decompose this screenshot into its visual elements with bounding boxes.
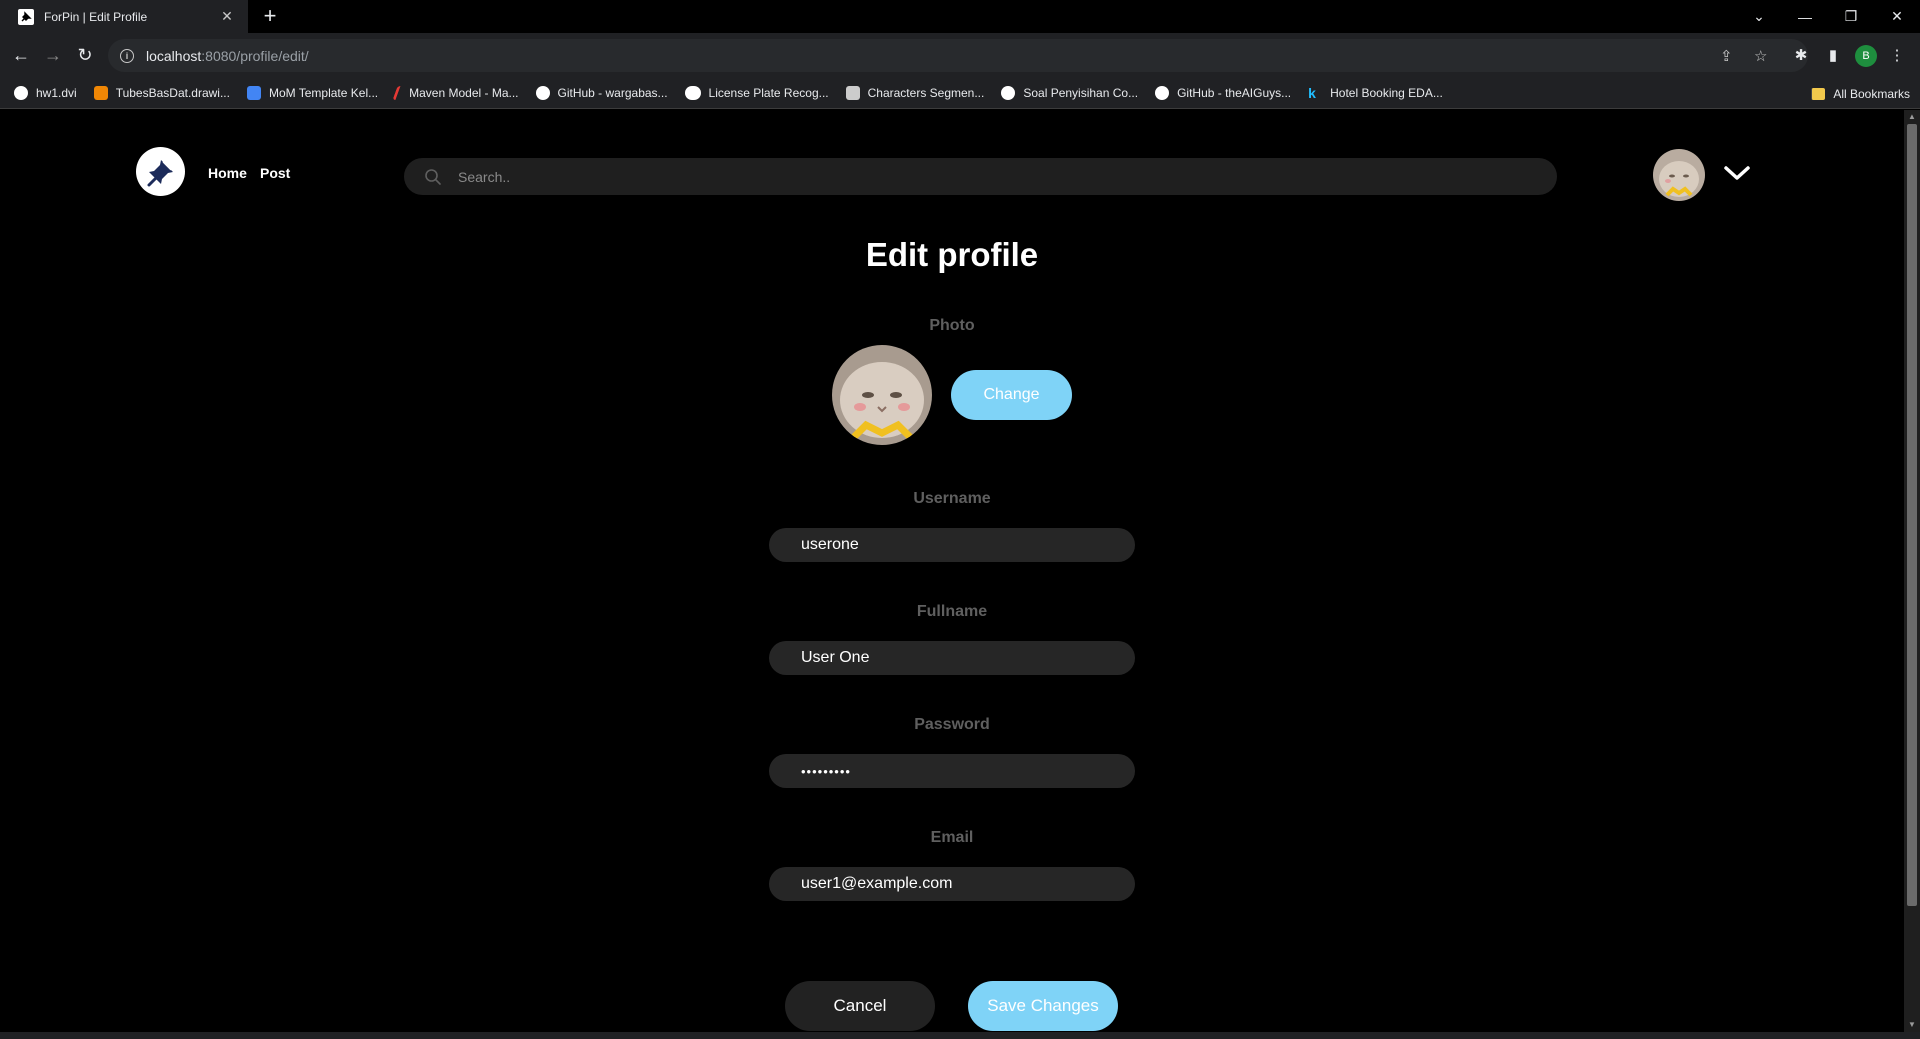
browser-menu-icon[interactable]: ⋮ [1885,43,1909,67]
github-icon [1001,86,1016,100]
tab-title: ForPin | Edit Profile [44,9,148,24]
tab-close-icon[interactable]: ✕ [218,8,236,25]
scroll-down-icon[interactable]: ▼ [1904,1018,1920,1032]
user-avatar[interactable] [1653,149,1705,201]
page-title: Edit profile [865,236,1039,273]
search-icon [425,168,441,185]
scrollbar-thumb[interactable] [1907,124,1917,906]
bookmark-item[interactable]: hw1.dvi [14,86,77,100]
maven-icon [392,86,404,100]
bookmark-item[interactable]: Maven Model - Ma... [392,86,519,100]
back-icon[interactable]: ← [9,43,33,67]
all-bookmarks[interactable]: All Bookmarks [1811,78,1910,109]
window-close-icon[interactable]: ✕ [1874,0,1920,33]
side-panel-icon[interactable]: ▮ [1821,43,1845,67]
extensions-icon[interactable]: ✱ [1789,43,1813,67]
tab-search-icon[interactable]: ⌄ [1736,0,1782,33]
drawio-icon [93,86,108,100]
browser-tab[interactable]: ForPin | Edit Profile ✕ [0,0,248,33]
cancel-button[interactable]: Cancel [785,981,935,1031]
password-input[interactable] [769,754,1135,788]
forward-icon[interactable]: → [41,43,65,67]
photo-label: Photo [929,317,975,334]
username-label: Username [913,490,991,507]
folder-icon [1811,87,1826,100]
site-info-icon[interactable]: i [120,48,134,63]
fullname-label: Fullname [916,603,988,620]
bookmark-item[interactable]: MoM Template Kel... [246,86,378,100]
pin-favicon-icon [18,8,34,25]
google-docs-icon [246,86,261,100]
change-photo-button[interactable]: Change [951,370,1072,420]
pin-logo-icon [147,159,173,186]
password-label: Password [914,716,990,733]
website-thumbnail-icon [845,86,860,100]
medium-icon [684,86,701,100]
cat-avatar-image [1653,149,1705,201]
url-host: localhost [146,47,202,64]
github-icon [1155,86,1170,100]
browser-toolbar: ← → ↻ i localhost:8080/profile/edit/ ⇪ ☆… [0,33,1920,78]
bookmark-item[interactable]: Soal Penyisihan Co... [1001,86,1138,100]
cat-photo-image [832,345,932,445]
nav-home-link[interactable]: Home [208,165,247,181]
bookmark-star-icon[interactable]: ☆ [1754,47,1767,65]
new-tab-icon[interactable]: + [258,5,282,29]
bookmark-item[interactable]: k Hotel Booking EDA... [1308,86,1443,100]
minimize-icon[interactable]: — [1782,0,1828,33]
forpin-logo[interactable] [136,147,185,196]
search-bar[interactable] [404,158,1557,195]
bookmark-item[interactable]: License Plate Recog... [684,86,829,100]
github-icon [535,86,550,100]
browser-profile-avatar[interactable]: B [1855,45,1877,67]
save-changes-button[interactable]: Save Changes [968,981,1118,1031]
kaggle-icon: k [1308,85,1316,101]
scroll-up-icon[interactable]: ▲ [1904,110,1920,124]
email-label: Email [930,829,974,846]
bookmark-item[interactable]: GitHub - theAIGuys... [1155,86,1291,100]
bookmarks-bar: hw1.dvi TubesBasDat.drawi... MoM Templat… [0,78,1920,109]
bookmark-favicon-icon [14,86,28,100]
nav-post-link[interactable]: Post [260,165,290,181]
search-input[interactable] [458,168,1458,185]
profile-photo [832,345,932,445]
url-path: :8080/profile/edit/ [201,47,309,64]
bookmark-item[interactable]: TubesBasDat.drawi... [93,86,230,100]
username-input[interactable] [769,528,1135,562]
chevron-down-icon[interactable] [1723,162,1751,184]
page-content: Home Post Edit profile Photo [0,110,1904,1032]
page-scrollbar[interactable]: ▲ ▼ [1904,110,1920,1032]
fullname-input[interactable] [769,641,1135,675]
browser-tab-strip: ForPin | Edit Profile ✕ + ⌄ — ❐ ✕ [0,0,1920,33]
bookmark-item[interactable]: Characters Segmen... [845,86,984,100]
address-bar[interactable]: i localhost:8080/profile/edit/ ⇪ ☆ [108,39,1808,72]
restore-icon[interactable]: ❐ [1828,0,1874,33]
share-icon[interactable]: ⇪ [1720,47,1733,65]
reload-icon[interactable]: ↻ [73,43,97,67]
email-input[interactable] [769,867,1135,901]
window-bottom-edge [0,1032,1920,1039]
bookmark-item[interactable]: GitHub - wargabas... [535,86,668,100]
